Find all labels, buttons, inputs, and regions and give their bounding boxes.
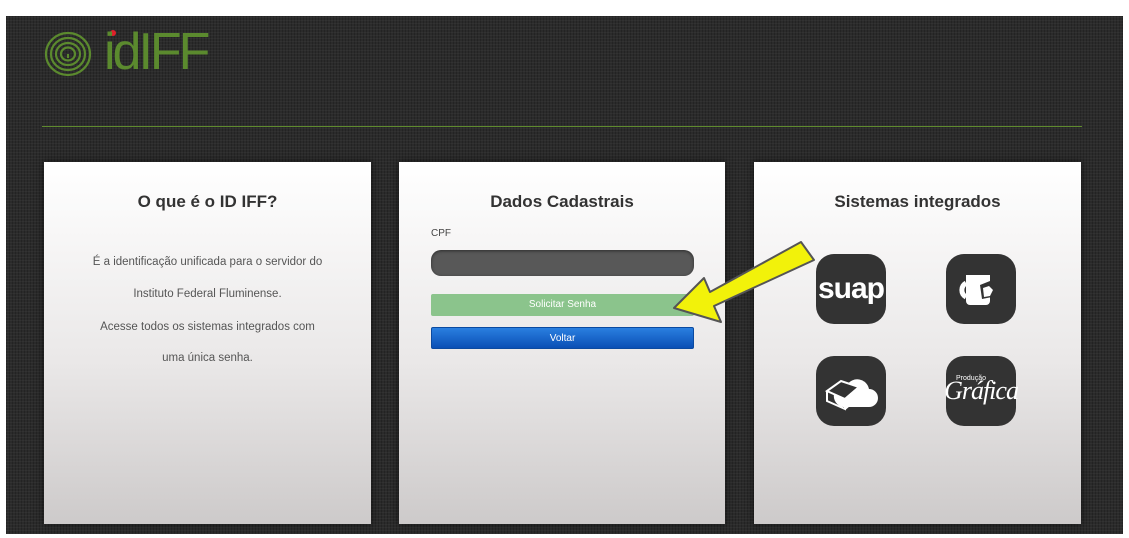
- about-text-line-3: Acesse todos os sistemas integrados com: [100, 321, 315, 333]
- back-button[interactable]: Voltar: [431, 327, 694, 349]
- form-card: Dados Cadastrais CPF Solicitar Senha Vol…: [399, 162, 725, 524]
- systems-title: Sistemas integrados: [834, 192, 1001, 211]
- mug-heart-icon[interactable]: [946, 254, 1016, 324]
- about-text-line-1: É a identificação unificada para o servi…: [92, 256, 323, 268]
- request-password-button[interactable]: Solicitar Senha: [431, 294, 694, 316]
- form-title: Dados Cadastrais: [490, 192, 634, 211]
- systems-card: Sistemas integrados suap Produção Gráfic…: [754, 162, 1081, 524]
- about-text-line-4: uma única senha.: [162, 352, 253, 364]
- grafica-label: Gráfica: [944, 375, 1019, 405]
- fingerprint-icon: [44, 31, 92, 77]
- page-background: idIFF O que é o ID IFF? É a identificaçã…: [6, 16, 1123, 534]
- grafica-icon[interactable]: Produção Gráfica: [944, 356, 1019, 426]
- suap-label: suap: [817, 272, 885, 305]
- cloud-box-icon[interactable]: [816, 356, 886, 426]
- cpf-label: CPF: [431, 228, 451, 239]
- about-title: O que é o ID IFF?: [137, 192, 278, 211]
- header-divider: [42, 126, 1082, 127]
- about-card: O que é o ID IFF? É a identificação unif…: [44, 162, 371, 524]
- logo-text: idIFF: [104, 23, 210, 81]
- about-text-line-2: Instituto Federal Fluminense.: [133, 288, 282, 300]
- suap-icon[interactable]: suap: [816, 254, 886, 324]
- cpf-input[interactable]: [431, 250, 694, 276]
